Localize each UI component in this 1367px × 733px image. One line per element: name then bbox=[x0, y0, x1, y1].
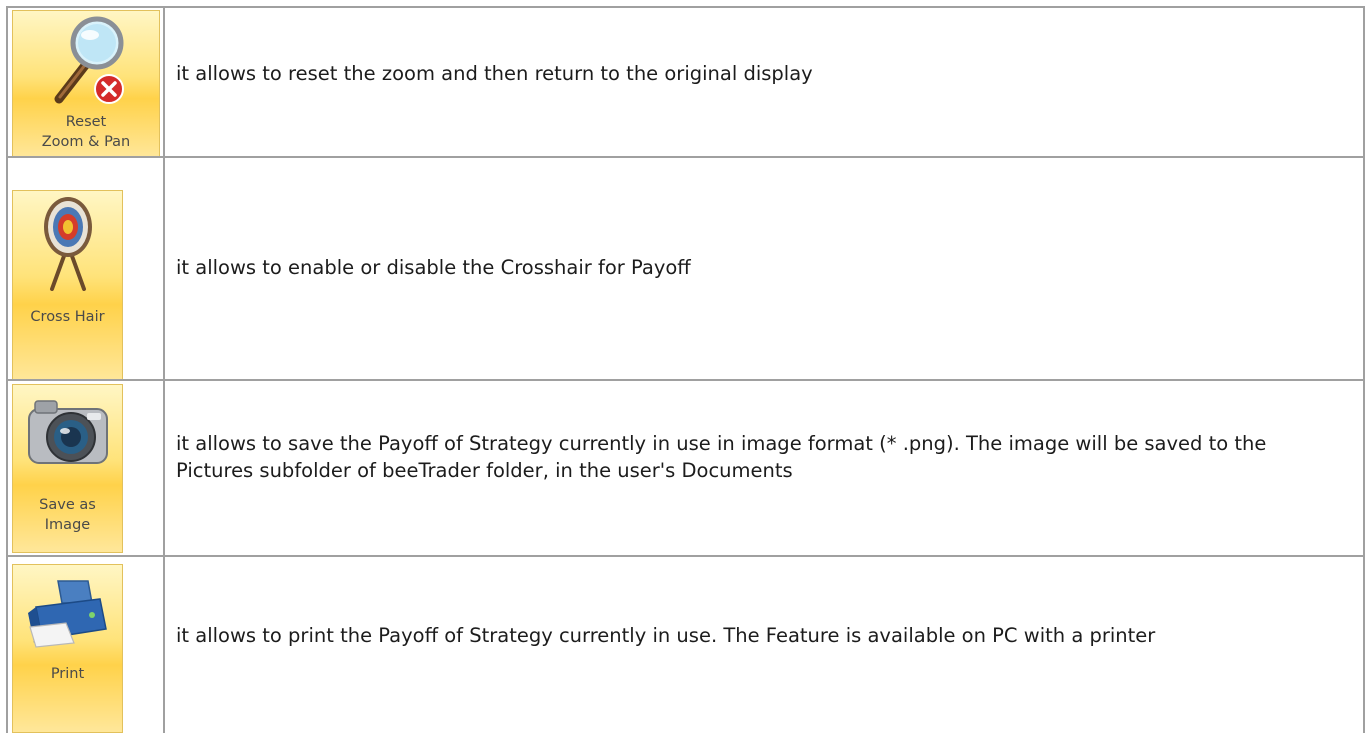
target-easel-icon bbox=[44, 197, 92, 291]
camera-icon bbox=[28, 400, 108, 464]
cross-hair-label: Cross Hair bbox=[30, 309, 105, 325]
print-button[interactable]: Print bbox=[12, 564, 123, 733]
print-description: it allows to print the Payoff of Strateg… bbox=[176, 624, 1156, 647]
save-image-description: it allows to save the Payoff of Strategy… bbox=[176, 432, 1267, 482]
save-image-label-line2: Image bbox=[44, 517, 91, 533]
magnifier-reset-icon bbox=[54, 16, 124, 104]
cross-hair-button[interactable]: Cross Hair bbox=[12, 190, 123, 381]
reset-zoom-pan-button[interactable]: Reset Zoom & Pan bbox=[12, 10, 160, 158]
reset-label-line1: Reset bbox=[65, 114, 107, 130]
reset-zoom-description: it allows to reset the zoom and then ret… bbox=[176, 62, 813, 85]
save-image-label-line1: Save as bbox=[39, 497, 96, 513]
printer-icon bbox=[28, 580, 107, 648]
save-as-image-button[interactable]: Save as Image bbox=[12, 384, 123, 553]
feature-table: Reset Zoom & Pan it allows to reset the … bbox=[0, 0, 1367, 733]
print-label: Print bbox=[50, 666, 85, 682]
reset-label-line2: Zoom & Pan bbox=[41, 134, 131, 150]
cross-hair-description: it allows to enable or disable the Cross… bbox=[176, 256, 691, 279]
